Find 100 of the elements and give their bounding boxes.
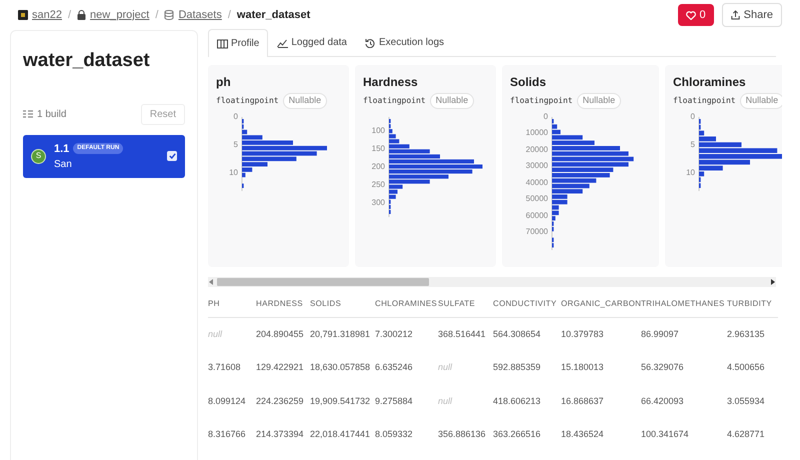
org-logo-icon xyxy=(18,10,28,20)
table-cell: 9.275884 xyxy=(375,384,438,418)
upload-icon xyxy=(730,10,740,20)
table-cell: 8.099124 xyxy=(208,384,256,418)
table-cell: null xyxy=(438,384,493,418)
build-count: 1 build xyxy=(37,108,66,122)
like-button[interactable]: 0 xyxy=(678,4,714,26)
table-cell-text: 4.628771 xyxy=(727,428,766,441)
table-cell-text: 4.500656 xyxy=(727,361,766,374)
axis-tick-label: 0 xyxy=(232,112,238,123)
table-cell: 100.341674 xyxy=(641,418,727,452)
table-cell: 10.379783 xyxy=(561,318,641,351)
scroll-left-icon xyxy=(208,279,214,285)
scroll-right-icon xyxy=(770,279,776,285)
column-type: floatingpoint xyxy=(216,95,279,108)
breadcrumb-link[interactable]: new_project xyxy=(90,6,150,24)
table-cell: 18,630.057858 xyxy=(310,351,375,384)
column-header: SOLIDS xyxy=(310,291,375,318)
column-header: CHLORAMINES xyxy=(375,291,438,318)
table-cell-text: 18.436524 xyxy=(561,428,605,441)
scrollbar-thumb[interactable] xyxy=(217,278,429,286)
column-name: Chloramines xyxy=(673,75,747,90)
column-header: CONDUCTIVITY xyxy=(493,291,561,318)
table-cell-text: 592.885359 xyxy=(493,361,542,374)
table-cell: 20,791.318981 xyxy=(310,318,375,351)
tab[interactable]: Profile xyxy=(208,29,268,57)
axis-tick-label: 0 xyxy=(542,112,548,123)
chart-line-icon xyxy=(277,38,288,48)
axis-tick-label: 250 xyxy=(370,180,385,191)
axis-tick-label: 100 xyxy=(370,126,385,137)
column-header: TURBIDITY xyxy=(727,291,778,318)
column-name: ph xyxy=(216,75,232,90)
tab[interactable]: Execution logs xyxy=(356,28,454,56)
column-header: PH xyxy=(208,291,256,318)
column-type: floatingpoint xyxy=(510,95,573,108)
nullable-tag: Nullable xyxy=(576,93,622,109)
table-cell: null xyxy=(438,351,493,384)
breadcrumb-separator: / xyxy=(155,8,158,23)
axis-tick-label: 200 xyxy=(370,162,385,173)
table-cell: 16.868637 xyxy=(561,384,641,418)
build-version: 1.1 xyxy=(54,142,70,156)
table-cell: 7.300212 xyxy=(375,318,438,351)
axis-tick-label: 5 xyxy=(690,140,695,151)
breadcrumb-separator: / xyxy=(68,8,72,23)
table-cell: 356.886136 xyxy=(438,418,493,452)
table-cell: 15.180013 xyxy=(561,351,641,384)
nullable-tag: Nullable xyxy=(740,93,782,109)
column-name: Solids xyxy=(510,75,548,90)
share-button[interactable]: Share xyxy=(722,2,782,28)
table-cell: 19,909.541732 xyxy=(310,384,375,418)
table-cell: 8.059332 xyxy=(375,418,438,452)
table-cell: 8.316766 xyxy=(208,418,256,452)
table-cell: 564.308654 xyxy=(493,318,561,351)
axis-tick-label: 20000 xyxy=(524,146,548,156)
nullable-tag: Nullable xyxy=(282,93,328,109)
axis-tick-label: 150 xyxy=(370,144,385,155)
checkbox[interactable] xyxy=(167,151,177,162)
table-cell-text: 224.236259 xyxy=(256,394,305,408)
column-header: HARDNESS xyxy=(256,291,310,318)
table-cell-text: 3.055934 xyxy=(727,394,766,408)
table-cell: null xyxy=(208,318,256,351)
database-icon xyxy=(164,10,174,20)
avatar: S xyxy=(31,148,46,164)
tab[interactable]: Logged data xyxy=(268,28,356,56)
table-cell-text: 3.71608 xyxy=(208,361,242,374)
history-icon xyxy=(364,38,376,48)
nullable-tag: Nullable xyxy=(430,93,474,109)
table-cell: 2.963135 xyxy=(727,318,778,351)
table-cell: 56.329076 xyxy=(641,351,727,384)
axis-tick-label: 70000 xyxy=(524,228,548,238)
build-author: San xyxy=(54,158,73,172)
heart-icon xyxy=(686,10,696,20)
axis-tick-label: 10 xyxy=(685,168,695,179)
table-cell: 214.373394 xyxy=(256,418,310,452)
axis-tick-label: 40000 xyxy=(524,178,548,189)
table-cell-text: 129.422921 xyxy=(256,361,305,374)
lock-icon xyxy=(77,10,86,20)
column-header: TRIHALOMETHANES xyxy=(641,291,727,318)
column-header: SULFATE xyxy=(438,291,493,318)
axis-tick-label: 10000 xyxy=(524,129,548,140)
dataset-title: water_dataset xyxy=(23,49,151,73)
column-type: floatingpoint xyxy=(673,95,736,108)
breadcrumb-current: water_dataset xyxy=(236,8,310,23)
axis-tick-label: 0 xyxy=(690,112,695,123)
breadcrumb-link[interactable]: san22 xyxy=(32,6,62,24)
table-cell: 22,018.417441 xyxy=(310,418,375,452)
axis-tick-label: 300 xyxy=(370,198,385,209)
axis-tick-label: 10 xyxy=(228,168,238,179)
columns-icon xyxy=(217,38,228,48)
breadcrumb-link[interactable]: Datasets xyxy=(178,6,222,24)
table-cell: 86.99097 xyxy=(641,318,727,351)
table-cell-text: 418.606213 xyxy=(493,394,542,408)
breadcrumb-separator: / xyxy=(228,8,231,23)
column-name: Hardness xyxy=(363,75,419,90)
list-tree-icon xyxy=(23,110,33,118)
table-cell: 6.635246 xyxy=(375,351,438,384)
column-header: ORGANIC_CARBON xyxy=(561,291,641,318)
axis-tick-label: 5 xyxy=(232,140,238,151)
table-cell: 204.890455 xyxy=(256,318,310,351)
axis-tick-label: 30000 xyxy=(524,162,548,172)
